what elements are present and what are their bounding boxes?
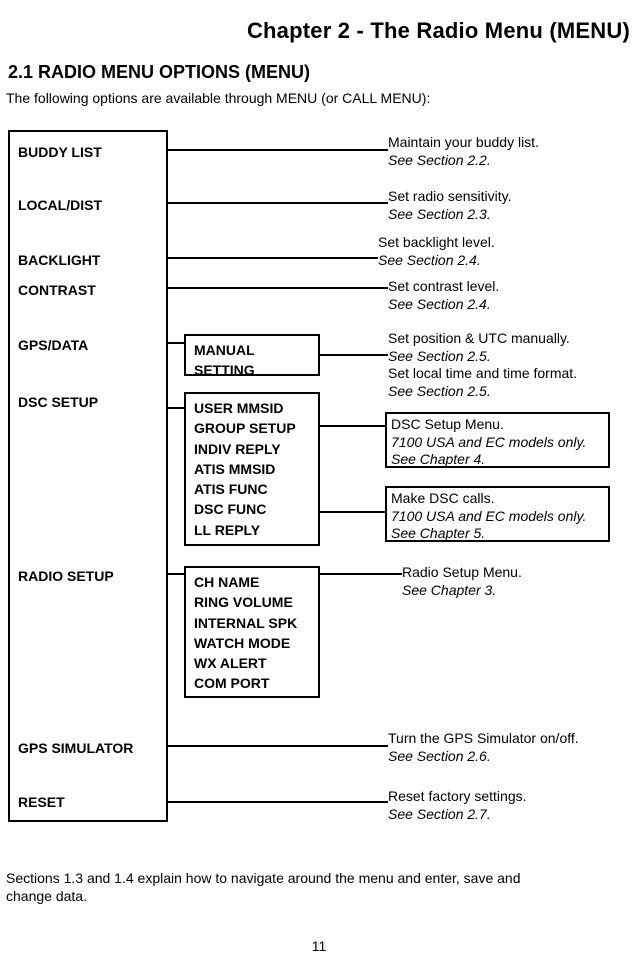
desc-ref: See Section 2.2.: [388, 152, 491, 168]
menu-item-reset: RESET: [18, 794, 65, 810]
desc-ref: See Section 2.5.: [388, 348, 491, 364]
desc-local-dist: Set radio sensitivity. See Section 2.3.: [388, 188, 628, 223]
desc-buddy-list: Maintain your buddy list. See Section 2.…: [388, 134, 628, 169]
outro-text: Sections 1.3 and 1.4 explain how to navi…: [6, 870, 566, 905]
desc-contrast: Set contrast level. See Section 2.4.: [388, 278, 628, 313]
submenu-line: LL REPLY: [194, 520, 310, 540]
submenu-line: DSC FUNC: [194, 499, 310, 519]
desc-text: Reset factory settings.: [388, 788, 527, 804]
submenu-line: COM PORT: [194, 673, 310, 693]
menu-diagram: BUDDY LIST LOCAL/DIST BACKLIGHT CONTRAST…: [8, 130, 630, 845]
desc-radio-setup-menu: Radio Setup Menu. See Chapter 3.: [402, 564, 638, 599]
desc-ref: See Section 2.5.: [388, 383, 491, 399]
intro-text: The following options are available thro…: [6, 90, 430, 106]
desc-text: Turn the GPS Simulator on/off.: [388, 730, 579, 746]
desc-text: Set local time and time format.: [388, 365, 577, 381]
menu-item-dsc-setup: DSC SETUP: [18, 394, 98, 410]
menu-item-buddy-list: BUDDY LIST: [18, 144, 102, 160]
desc-ref: See Section 2.7.: [388, 806, 491, 822]
desc-ref: See Chapter 5.: [391, 525, 485, 541]
submenu-radio-setup: CH NAME RING VOLUME INTERNAL SPK WATCH M…: [184, 566, 320, 698]
submenu-line: INDIV REPLY: [194, 439, 310, 459]
submenu-line: ATIS FUNC: [194, 479, 310, 499]
desc-ref: See Section 2.6.: [388, 748, 491, 764]
desc-manual-setting: Set position & UTC manually. See Section…: [388, 330, 628, 400]
desc-text: Set contrast level.: [388, 278, 499, 294]
desc-text: Set radio sensitivity.: [388, 188, 511, 204]
submenu-line: ATIS MMSID: [194, 459, 310, 479]
desc-text: Maintain your buddy list.: [388, 134, 539, 150]
desc-ref: See Section 2.3.: [388, 206, 491, 222]
page: Chapter 2 - The Radio Menu (MENU) 2.1 RA…: [0, 0, 638, 969]
submenu-line: MANUAL: [194, 340, 310, 360]
desc-text: Set backlight level.: [378, 234, 495, 250]
desc-gps-simulator: Turn the GPS Simulator on/off. See Secti…: [388, 730, 628, 765]
submenu-manual-setting: MANUAL SETTING: [184, 334, 320, 376]
submenu-line: SETTING: [194, 360, 310, 380]
chapter-title: Chapter 2 - The Radio Menu (MENU): [0, 18, 630, 44]
submenu-line: WX ALERT: [194, 653, 310, 673]
submenu-line: RING VOLUME: [194, 592, 310, 612]
section-title: 2.1 RADIO MENU OPTIONS (MENU): [8, 62, 310, 83]
menu-item-contrast: CONTRAST: [18, 282, 96, 298]
submenu-line: INTERNAL SPK: [194, 613, 310, 633]
desc-ref: See Section 2.4.: [378, 252, 481, 268]
primary-menu-box: BUDDY LIST LOCAL/DIST BACKLIGHT CONTRAST…: [8, 130, 168, 822]
submenu-line: GROUP SETUP: [194, 418, 310, 438]
desc-text: DSC Setup Menu.: [391, 416, 504, 432]
desc-ref: See Section 2.4.: [388, 296, 491, 312]
desc-text: Make DSC calls.: [391, 490, 494, 506]
submenu-dsc-setup: USER MMSID GROUP SETUP INDIV REPLY ATIS …: [184, 392, 320, 546]
menu-item-gps-simulator: GPS SIMULATOR: [18, 740, 133, 756]
menu-item-backlight: BACKLIGHT: [18, 252, 100, 268]
menu-item-local-dist: LOCAL/DIST: [18, 197, 102, 213]
menu-item-gps-data: GPS/DATA: [18, 337, 88, 353]
page-number: 11: [0, 938, 638, 954]
menu-item-radio-setup: RADIO SETUP: [18, 568, 114, 584]
desc-note: 7100 USA and EC models only.: [391, 508, 586, 524]
desc-backlight: Set backlight level. See Section 2.4.: [378, 234, 618, 269]
submenu-line: USER MMSID: [194, 398, 310, 418]
desc-note: 7100 USA and EC models only.: [391, 434, 586, 450]
desc-text: Set position & UTC manually.: [388, 330, 570, 346]
desc-dsc-setup-menu: DSC Setup Menu. 7100 USA and EC models o…: [385, 412, 610, 468]
desc-reset: Reset factory settings. See Section 2.7.: [388, 788, 628, 823]
submenu-line: WATCH MODE: [194, 633, 310, 653]
desc-text: Radio Setup Menu.: [402, 564, 522, 580]
desc-ref: See Chapter 3.: [402, 582, 496, 598]
submenu-line: CH NAME: [194, 572, 310, 592]
desc-ref: See Chapter 4.: [391, 451, 485, 467]
desc-make-dsc-calls: Make DSC calls. 7100 USA and EC models o…: [385, 486, 610, 542]
